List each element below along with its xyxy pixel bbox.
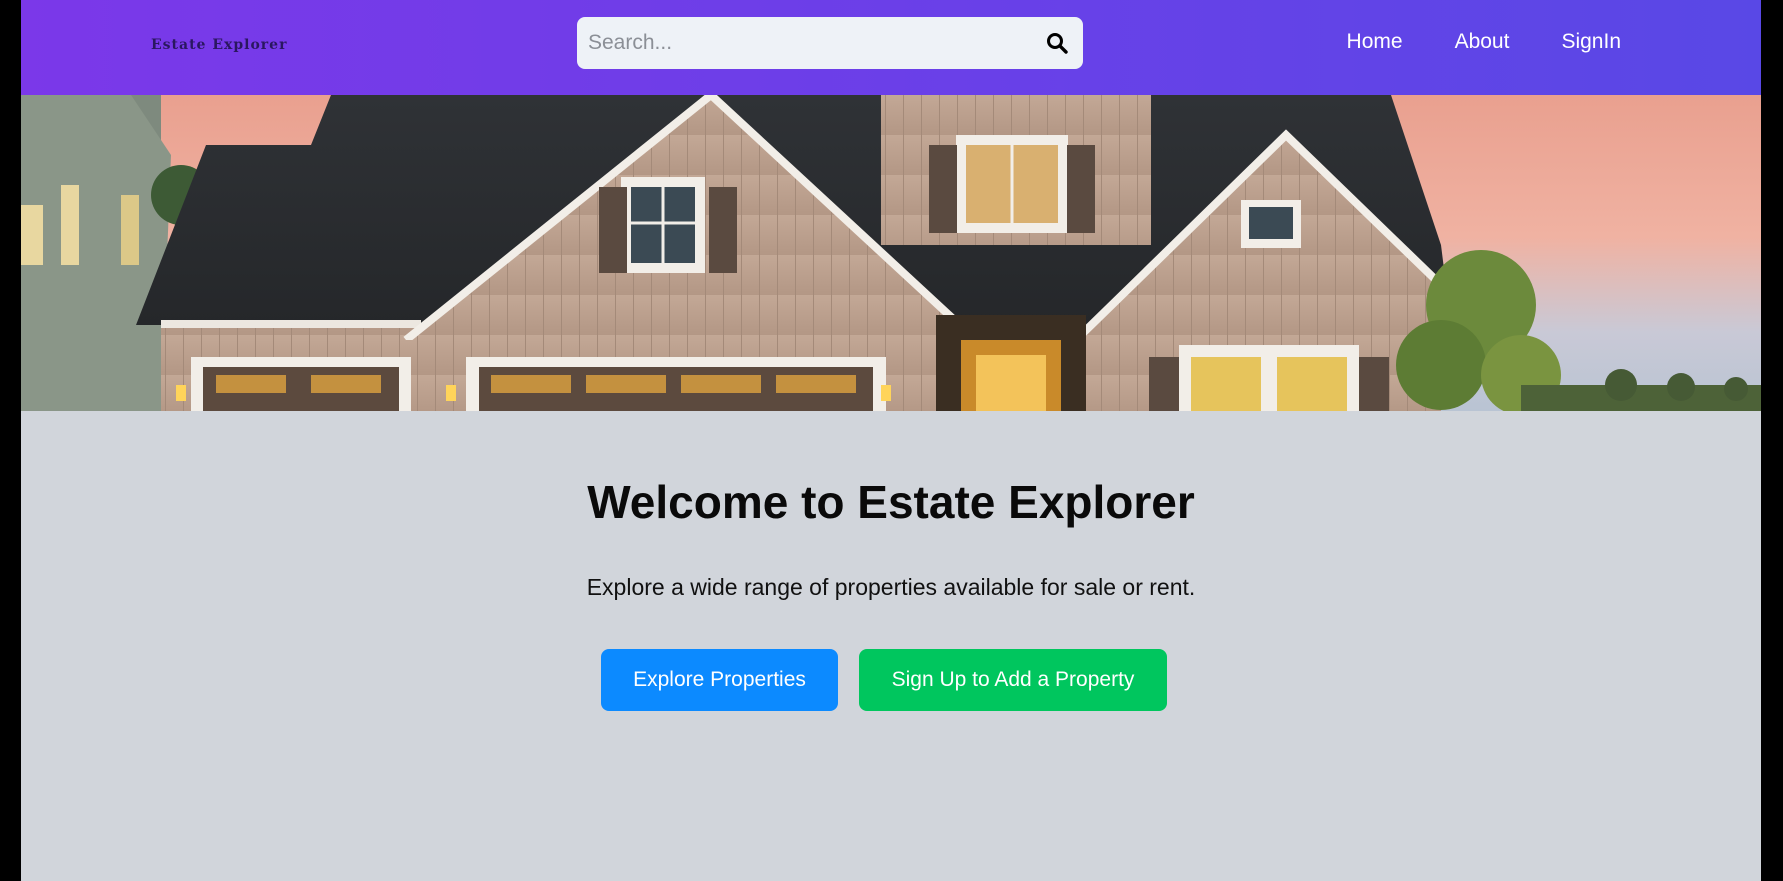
page-title: Welcome to Estate Explorer [587,476,1195,528]
nav-link-about[interactable]: About [1455,30,1510,54]
nav-link-signin[interactable]: SignIn [1561,30,1621,54]
page: Estate Explorer Home About SignIn [21,0,1761,881]
nav-links: Home About SignIn [1347,30,1621,54]
navbar: Estate Explorer Home About SignIn [21,0,1761,95]
logo[interactable]: Estate Explorer [151,37,287,53]
page-subtitle: Explore a wide range of properties avail… [586,574,1196,600]
hero-image [21,95,1761,411]
search-icon [1047,33,1068,54]
nav-link-home[interactable]: Home [1347,30,1403,54]
house-photo [21,95,1761,411]
explore-properties-button[interactable]: Explore Properties [601,649,838,711]
search-bar [577,16,1083,70]
search-button[interactable] [1031,17,1083,69]
signup-add-property-button[interactable]: Sign Up to Add a Property [859,649,1167,711]
search-input[interactable] [577,16,1031,70]
